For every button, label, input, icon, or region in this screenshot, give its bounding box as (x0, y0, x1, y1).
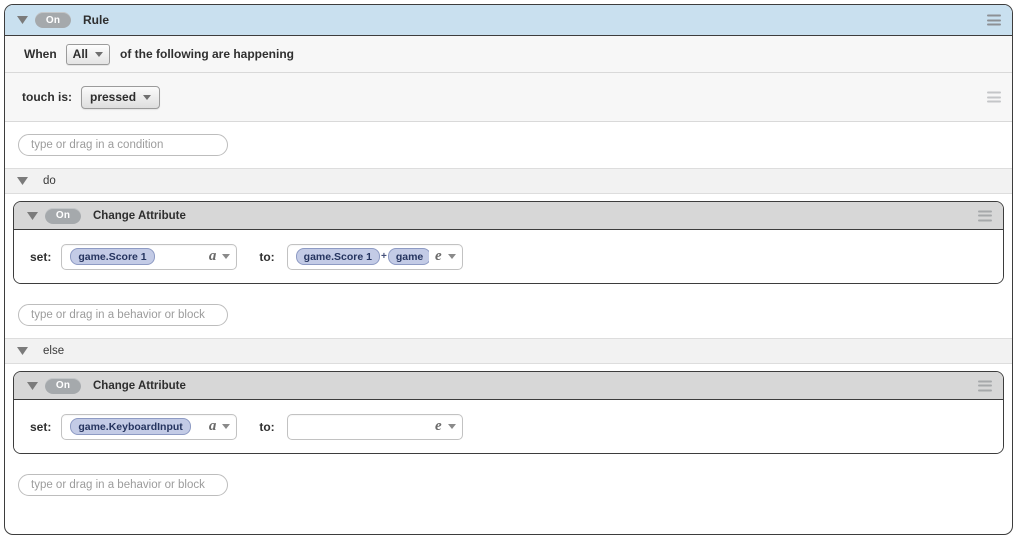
rule-menu-hamburger-icon[interactable] (987, 14, 1001, 26)
when-row: When All of the following are happening (5, 36, 1012, 73)
when-match-select[interactable]: All (65, 43, 111, 65)
when-match-value: All (72, 47, 89, 61)
section-header-do[interactable]: do (5, 168, 1012, 194)
condition-drop-input[interactable]: type or drag in a condition (18, 134, 228, 156)
operator-glyph: + (380, 251, 387, 262)
behavior-card-change-attribute-do: On Change Attribute set: game.Score 1 a … (13, 201, 1004, 284)
attribute-chip[interactable]: game.Score 1 (295, 248, 380, 265)
chevron-down-icon[interactable] (447, 254, 456, 259)
condition-label: touch is: (22, 90, 72, 104)
expression-type-glyph: a (208, 248, 217, 264)
behavior-header: On Change Attribute (14, 202, 1003, 230)
else-behavior-wrap: On Change Attribute set: game.KeyboardIn… (5, 364, 1012, 462)
when-prefix-label: When (24, 47, 57, 61)
behavior-title: Change Attribute (93, 379, 186, 392)
triangle-down-icon[interactable] (24, 208, 40, 224)
else-drop-row: type or drag in a behavior or block (5, 462, 1012, 508)
chevron-down-icon[interactable] (222, 254, 231, 259)
condition-state-value: pressed (90, 90, 137, 104)
else-drop-input[interactable]: type or drag in a behavior or block (18, 474, 228, 496)
set-expression-content: game.Score 1 (70, 248, 203, 265)
attribute-chip[interactable]: game.KeyboardInput (70, 418, 191, 435)
rule-on-toggle[interactable]: On (35, 12, 71, 28)
behavior-menu-hamburger-icon[interactable] (978, 210, 992, 221)
condition-row-touch: touch is: pressed (5, 73, 1012, 122)
rule-header: On Rule (5, 5, 1012, 36)
section-label-do: do (43, 175, 56, 187)
to-expression-field[interactable]: game.Score 1 + game e (286, 243, 463, 270)
expression-type-glyph: e (435, 248, 442, 264)
triangle-down-icon[interactable] (14, 173, 30, 189)
condition-drop-row: type or drag in a condition (5, 122, 1012, 168)
do-behavior-wrap: On Change Attribute set: game.Score 1 a … (5, 194, 1012, 292)
set-label: set: (30, 419, 52, 434)
when-suffix-label: of the following are happening (120, 47, 295, 61)
behavior-on-toggle[interactable]: On (45, 207, 81, 224)
set-expression-content: game.KeyboardInput (70, 418, 203, 435)
do-drop-row: type or drag in a behavior or block (5, 292, 1012, 338)
to-expression-content: game.Score 1 + game (295, 248, 429, 265)
to-label: to: (259, 419, 275, 434)
behavior-body: set: game.KeyboardInput a to: e (14, 400, 1003, 453)
attribute-chip[interactable]: game.Score 1 (70, 248, 155, 265)
section-header-else[interactable]: else (5, 338, 1012, 364)
to-label: to: (259, 249, 275, 264)
set-label: set: (30, 249, 52, 264)
expression-type-glyph: e (435, 418, 442, 434)
attribute-chip[interactable]: game (387, 248, 429, 265)
section-label-else: else (43, 345, 65, 357)
triangle-down-icon[interactable] (14, 12, 30, 28)
behavior-on-toggle[interactable]: On (45, 377, 81, 394)
chevron-down-icon[interactable] (447, 424, 456, 429)
condition-menu-hamburger-icon[interactable] (987, 91, 1001, 103)
chevron-down-icon[interactable] (222, 424, 231, 429)
chevron-down-icon (143, 94, 152, 100)
behavior-body: set: game.Score 1 a to: game.Score 1 + g… (14, 230, 1003, 283)
set-expression-field[interactable]: game.Score 1 a (61, 243, 238, 270)
do-drop-input[interactable]: type or drag in a behavior or block (18, 304, 228, 326)
behavior-header: On Change Attribute (14, 372, 1003, 400)
chevron-down-icon (95, 51, 104, 57)
behavior-card-change-attribute-else: On Change Attribute set: game.KeyboardIn… (13, 371, 1004, 454)
behavior-title: Change Attribute (93, 209, 186, 222)
expression-type-glyph: a (208, 418, 217, 434)
behavior-menu-hamburger-icon[interactable] (978, 380, 992, 391)
set-expression-field[interactable]: game.KeyboardInput a (61, 413, 238, 440)
rule-title: Rule (83, 13, 110, 27)
rule-card: On Rule When All of the following are ha… (4, 4, 1013, 535)
condition-state-select[interactable]: pressed (81, 85, 161, 109)
triangle-down-icon[interactable] (14, 343, 30, 359)
to-expression-field[interactable]: e (286, 413, 463, 440)
triangle-down-icon[interactable] (24, 378, 40, 394)
